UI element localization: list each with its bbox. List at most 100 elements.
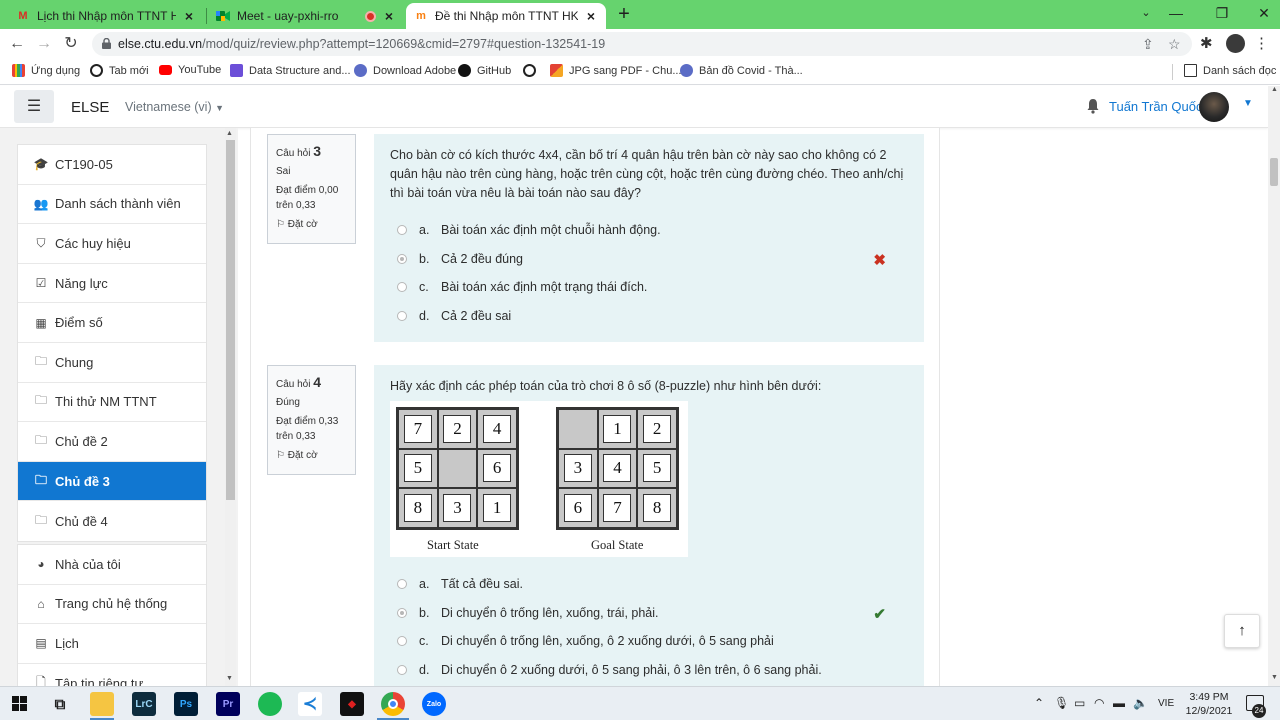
scroll-up-icon[interactable]: ▲ bbox=[1271, 86, 1278, 93]
drawer-item[interactable]: ☑ Năng lực bbox=[18, 264, 206, 304]
drawer-item-label: Các huy hiệu bbox=[55, 235, 131, 251]
reload-button[interactable]: ↻ bbox=[60, 33, 82, 55]
bookmark-star-icon[interactable]: ☆ bbox=[1168, 36, 1181, 53]
input-language[interactable]: VIE bbox=[1158, 698, 1174, 709]
tab-search-icon[interactable]: ⌄ bbox=[1134, 2, 1158, 24]
tab-gmail[interactable]: M Lịch thi Nhập môn TTNT HK1 202 × bbox=[8, 3, 204, 29]
lightroom-icon[interactable]: LrC bbox=[132, 692, 156, 716]
close-tab-icon[interactable]: × bbox=[182, 8, 196, 24]
answer-radio[interactable] bbox=[397, 253, 407, 264]
answer-option[interactable]: c. Bài toán xác định một trạng thái đích. bbox=[390, 273, 908, 302]
bookmark-apps[interactable]: Ứng dụng bbox=[12, 64, 80, 77]
bookmark-covid-map[interactable]: Bản đồ Covid - Thà... bbox=[680, 64, 803, 77]
drawer-scroll-thumb[interactable] bbox=[226, 140, 235, 500]
answer-radio[interactable] bbox=[397, 664, 407, 675]
answer-radio[interactable] bbox=[397, 636, 407, 647]
answer-radio[interactable] bbox=[397, 579, 407, 590]
minimize-button[interactable]: — bbox=[1164, 2, 1188, 24]
close-tab-icon[interactable]: × bbox=[584, 8, 598, 24]
battery-icon[interactable]: ▬ bbox=[1113, 696, 1125, 710]
bookmark-new-tab[interactable]: Tab mới bbox=[90, 64, 149, 77]
scroll-down-icon[interactable]: ▼ bbox=[226, 675, 233, 682]
tab-meet[interactable]: Meet - uay-pxhi-rro × bbox=[208, 3, 404, 29]
premiere-icon[interactable]: Pr bbox=[216, 692, 240, 716]
vscode-icon[interactable]: ≺ bbox=[298, 692, 322, 716]
answer-radio[interactable] bbox=[397, 310, 407, 321]
user-avatar[interactable] bbox=[1199, 92, 1229, 122]
wifi-icon[interactable]: ◠ bbox=[1094, 696, 1104, 710]
forward-button[interactable]: → bbox=[33, 33, 55, 55]
chrome-icon[interactable] bbox=[381, 692, 405, 716]
drawer-item[interactable]: ▤ Lịch bbox=[18, 624, 206, 664]
answer-option[interactable]: d. Di chuyển ô 2 xuống dưới, ô 5 sang phả… bbox=[390, 656, 908, 685]
answer-radio[interactable] bbox=[397, 225, 407, 236]
scroll-up-icon[interactable]: ▲ bbox=[226, 130, 233, 137]
close-tab-icon[interactable]: × bbox=[382, 8, 396, 24]
drawer-item[interactable]: ⛉ Các huy hiệu bbox=[18, 224, 206, 264]
back-to-top-button[interactable]: ↑ bbox=[1224, 614, 1260, 648]
scroll-down-icon[interactable]: ▼ bbox=[1271, 674, 1278, 681]
user-name[interactable]: Tuấn Trần Quốc bbox=[1109, 99, 1202, 114]
zalo-icon[interactable]: Zalo bbox=[422, 692, 446, 716]
drawer-item[interactable]: 🗋 Tập tin riêng tư bbox=[18, 664, 206, 686]
file-explorer-icon[interactable] bbox=[90, 692, 114, 716]
menu-icon[interactable]: ⋮ bbox=[1254, 34, 1269, 52]
garena-icon[interactable]: ◆ bbox=[340, 692, 364, 716]
answer-radio[interactable] bbox=[397, 607, 407, 618]
drawer-item[interactable]: 🗀 Chủ đề 2 bbox=[18, 422, 206, 462]
drawer-item[interactable]: 🗀 Chung bbox=[18, 343, 206, 383]
spotify-icon[interactable] bbox=[258, 692, 282, 716]
extensions-icon[interactable]: ✱ bbox=[1200, 34, 1213, 52]
answer-radio[interactable] bbox=[397, 282, 407, 293]
answer-option[interactable]: d. Cả 2 đều sai bbox=[390, 302, 908, 331]
answer-option[interactable]: b. Di chuyển ô trống lên, xuống, trái, ph… bbox=[390, 599, 908, 628]
puzzle-cell: 1 bbox=[477, 488, 517, 528]
back-button[interactable]: ← bbox=[6, 33, 28, 55]
drawer-item[interactable]: 🗀 Thi thử NM TTNT bbox=[18, 383, 206, 423]
drawer-item[interactable]: ⌂ Trang chủ hệ thống bbox=[18, 585, 206, 625]
page-scrollbar[interactable]: ▲ ▼ bbox=[1268, 86, 1280, 686]
site-brand[interactable]: ELSE bbox=[71, 99, 109, 116]
flag-question-button[interactable]: ⚐ Đặt cờ bbox=[276, 448, 347, 463]
drawer-item[interactable]: 🗀 Chủ đề 4 bbox=[18, 501, 206, 541]
drawer-item[interactable]: ▦ Điểm số bbox=[18, 303, 206, 343]
answer-option[interactable]: b. Cả 2 đều đúng ✖ bbox=[390, 245, 908, 274]
drawer-toggle-button[interactable]: ☰ bbox=[14, 90, 54, 123]
answer-option[interactable]: a. Bài toán xác định một chuỗi hành động. bbox=[390, 216, 908, 245]
bookmark-globe[interactable] bbox=[523, 64, 542, 77]
drawer-scrollbar[interactable]: ▲ ▼ bbox=[225, 128, 236, 686]
onedrive-icon[interactable]: ▭ bbox=[1074, 696, 1085, 710]
profile-avatar[interactable] bbox=[1226, 34, 1245, 53]
windows-start-icon[interactable] bbox=[12, 696, 27, 711]
microphone-icon[interactable]: 🎙 bbox=[1054, 696, 1069, 710]
language-menu[interactable]: Vietnamese (vi) ▼ bbox=[125, 100, 224, 114]
show-hidden-icons-icon[interactable]: ⌃ bbox=[1034, 696, 1044, 710]
bookmark-youtube[interactable]: YouTube bbox=[159, 64, 221, 76]
system-clock[interactable]: 3:49 PM 12/9/2021 bbox=[1180, 690, 1238, 718]
tab-quiz-review[interactable]: m Đề thi Nhập môn TTNT HKI năm × bbox=[406, 3, 606, 29]
bookmark-download-adobe[interactable]: Download Adobe bbox=[354, 64, 456, 77]
address-bar[interactable]: else.ctu.edu.vn/mod/quiz/review.php?atte… bbox=[92, 32, 1192, 56]
close-window-button[interactable]: ✕ bbox=[1252, 2, 1276, 24]
bookmark-data-structure[interactable]: Data Structure and... bbox=[230, 64, 351, 77]
restore-button[interactable]: ❐ bbox=[1210, 2, 1234, 24]
task-view-icon[interactable]: ⧉ bbox=[48, 692, 72, 716]
reading-list[interactable]: Danh sách đọc bbox=[1184, 64, 1276, 77]
drawer-item[interactable]: 👥 Danh sách thành viên bbox=[18, 185, 206, 225]
user-menu-caret-icon[interactable]: ▼ bbox=[1243, 98, 1253, 109]
flag-question-button[interactable]: ⚐ Đặt cờ bbox=[276, 217, 347, 232]
drawer-item[interactable]: 🎓 CT190-05 bbox=[18, 145, 206, 185]
bell-icon[interactable] bbox=[1086, 98, 1100, 114]
photoshop-icon[interactable]: Ps bbox=[174, 692, 198, 716]
volume-icon[interactable]: 🔈 bbox=[1133, 696, 1148, 710]
drawer-item[interactable]: 🗀 Chủ đề 3 bbox=[18, 461, 206, 502]
bookmark-github[interactable]: GitHub bbox=[458, 64, 511, 77]
answer-option[interactable]: c. Di chuyển ô trống lên, xuống, ô 2 xuốn… bbox=[390, 627, 908, 656]
new-tab-button[interactable]: + bbox=[614, 4, 634, 24]
answer-option[interactable]: a. Tất cả đều sai. bbox=[390, 570, 908, 599]
hamburger-icon: ☰ bbox=[26, 98, 42, 115]
bookmark-jpg-to-pdf[interactable]: JPG sang PDF - Chu... bbox=[550, 64, 681, 77]
page-scroll-thumb[interactable] bbox=[1270, 158, 1278, 186]
drawer-item[interactable]: ◕ Nhà của tôi bbox=[18, 545, 206, 585]
share-icon[interactable]: ⇪ bbox=[1142, 36, 1154, 53]
